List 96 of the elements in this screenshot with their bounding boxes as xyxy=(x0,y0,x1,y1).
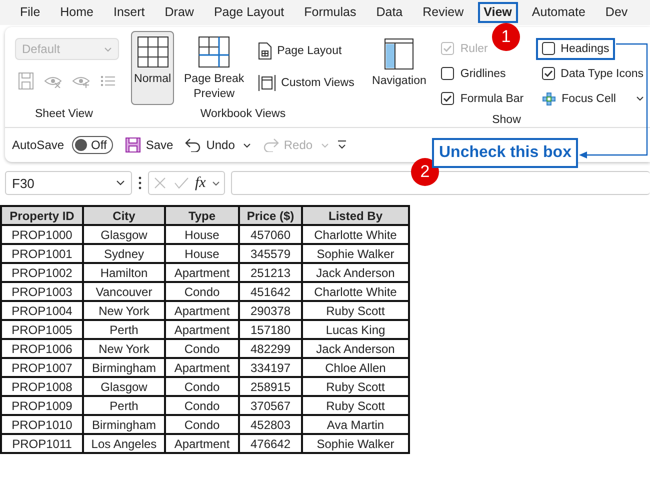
checkbox-option[interactable]: Headings xyxy=(536,38,616,60)
table-cell: Sophie Walker xyxy=(302,244,409,263)
column-header: City xyxy=(83,206,165,225)
table-cell: Jack Anderson xyxy=(302,339,409,358)
callout-label: Uncheck this box xyxy=(432,138,578,168)
table-cell: PROP1008 xyxy=(1,377,83,396)
menu-tab[interactable]: File xyxy=(14,2,46,23)
column-header: Price ($) xyxy=(239,206,302,225)
table-cell: Los Angeles xyxy=(83,434,165,453)
table-cell: Ruby Scott xyxy=(302,301,409,320)
group-label: Workbook Views xyxy=(199,107,287,122)
menu-tab[interactable]: Automate xyxy=(526,2,592,23)
insert-function-button[interactable]: fx xyxy=(195,174,206,192)
table-cell: Perth xyxy=(83,320,165,339)
column-header: Type xyxy=(165,206,239,225)
checkbox-option[interactable]: Data Type Icons xyxy=(536,62,650,84)
table-cell: Glasgow xyxy=(83,377,165,396)
autosave-label: AutoSave xyxy=(12,138,64,152)
menu-tab[interactable]: Dev xyxy=(599,2,634,23)
table-cell: PROP1007 xyxy=(1,358,83,377)
table-cell: New York xyxy=(83,339,165,358)
table-cell: Jack Anderson xyxy=(302,263,409,282)
table-cell: Charlotte White xyxy=(302,282,409,301)
table-cell: 345579 xyxy=(239,244,302,263)
menu-tab[interactable]: Review xyxy=(416,2,470,23)
table-cell: 258915 xyxy=(239,377,302,396)
table-cell: 157180 xyxy=(239,320,302,339)
table-cell: PROP1006 xyxy=(1,339,83,358)
table-cell: Apartment xyxy=(165,320,239,339)
column-header: Property ID xyxy=(1,206,83,225)
table-cell: Condo xyxy=(165,415,239,434)
menu-tab[interactable]: Formulas xyxy=(298,2,362,23)
checkbox-option[interactable]: Formula Bar xyxy=(435,88,530,110)
table-cell: Apartment xyxy=(165,263,239,282)
table-cell: 334197 xyxy=(239,358,302,377)
navigation-button[interactable]: Navigation xyxy=(369,31,430,97)
menu-tab[interactable]: Data xyxy=(370,2,409,23)
view-button[interactable]: Page Break Preview xyxy=(178,31,250,97)
table-cell: House xyxy=(165,225,239,244)
table-cell: PROP1002 xyxy=(1,263,83,282)
table-cell: Birmingham xyxy=(83,415,165,434)
table-cell: 457060 xyxy=(239,225,302,244)
column-header: Listed By xyxy=(302,206,409,225)
focus-cell-button[interactable]: Focus Cell xyxy=(536,88,650,110)
table-cell: Ava Martin xyxy=(302,415,409,434)
table-cell: Condo xyxy=(165,377,239,396)
table-cell: PROP1000 xyxy=(1,225,83,244)
table-cell: Apartment xyxy=(165,301,239,320)
table-cell: PROP1005 xyxy=(1,320,83,339)
table-cell: Sydney xyxy=(83,244,165,263)
table-cell: PROP1009 xyxy=(1,396,83,415)
table-cell: Sophie Walker xyxy=(302,434,409,453)
autosave-toggle[interactable]: Off xyxy=(72,136,113,154)
table-cell: Hamilton xyxy=(83,263,165,282)
table-cell: Condo xyxy=(165,339,239,358)
table-cell: Lucas King xyxy=(302,320,409,339)
table-cell: 370567 xyxy=(239,396,302,415)
view-button[interactable]: Page Layout xyxy=(254,39,358,63)
table-cell: PROP1011 xyxy=(1,434,83,453)
table-cell: Vancouver xyxy=(83,282,165,301)
menu-tab[interactable]: View xyxy=(478,2,518,23)
table-cell: Ruby Scott xyxy=(302,377,409,396)
menu-tab[interactable]: Insert xyxy=(108,2,151,23)
menu-tab[interactable]: Home xyxy=(54,2,100,23)
undo-button[interactable]: Undo xyxy=(185,138,235,152)
table-cell: 476642 xyxy=(239,434,302,453)
group-label: Sheet View xyxy=(34,107,94,122)
view-button[interactable]: Custom Views xyxy=(254,71,358,95)
name-box[interactable]: F30 xyxy=(5,171,132,195)
checkbox-option[interactable]: Gridlines xyxy=(435,62,512,84)
table-cell: Apartment xyxy=(165,434,239,453)
table-cell: Condo xyxy=(165,396,239,415)
save-button[interactable]: Save xyxy=(124,137,174,153)
table-cell: House xyxy=(165,244,239,263)
table-cell: New York xyxy=(83,301,165,320)
table-cell: PROP1010 xyxy=(1,415,83,434)
table-cell: Birmingham xyxy=(83,358,165,377)
table-cell: Chloe Allen xyxy=(302,358,409,377)
menu-tab[interactable]: Draw xyxy=(158,2,200,23)
table-cell: Condo xyxy=(165,282,239,301)
table-cell: 451642 xyxy=(239,282,302,301)
table-cell: 290378 xyxy=(239,301,302,320)
table-cell: Perth xyxy=(83,396,165,415)
menu-tab[interactable]: Page Layout xyxy=(208,2,290,23)
table-cell: Apartment xyxy=(165,358,239,377)
table-cell: PROP1003 xyxy=(1,282,83,301)
view-button[interactable]: Normal xyxy=(131,31,174,105)
table-cell: 452803 xyxy=(239,415,302,434)
table-cell: PROP1004 xyxy=(1,301,83,320)
table-cell: 482299 xyxy=(239,339,302,358)
table-cell: PROP1001 xyxy=(1,244,83,263)
table-cell: Charlotte White xyxy=(302,225,409,244)
group-label: Show xyxy=(491,113,522,128)
table-cell: 251213 xyxy=(239,263,302,282)
table-cell: Ruby Scott xyxy=(302,396,409,415)
table-cell: Glasgow xyxy=(83,225,165,244)
